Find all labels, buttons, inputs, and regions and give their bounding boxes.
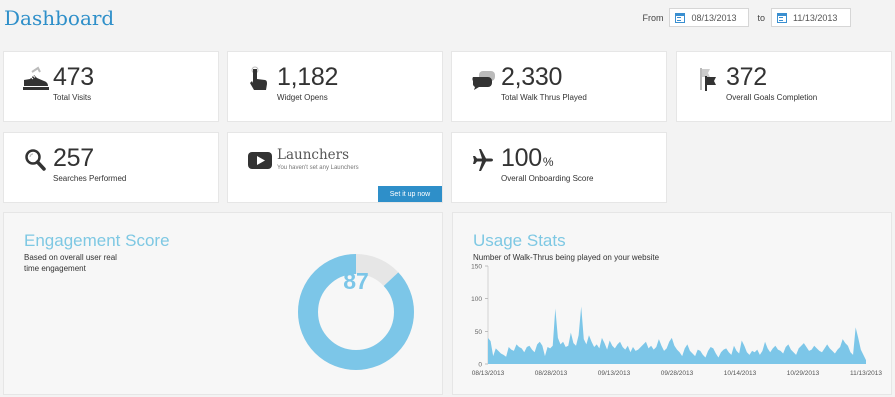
to-date-input[interactable]: 11/13/2013 [771, 8, 851, 27]
shoe-icon [23, 66, 49, 90]
to-label: to [757, 12, 765, 23]
x-tick-label: 09/28/2013 [661, 370, 694, 377]
searches-value: 257 [53, 144, 94, 172]
onboarding-value: 100% [501, 144, 553, 173]
metric-card-goals: 372 Overall Goals Completion [676, 51, 892, 122]
walk-thrus-value: 2,330 [501, 63, 563, 91]
onboarding-number: 100 [501, 144, 542, 172]
y-tick-label: 50 [475, 329, 483, 336]
y-tick-label: 150 [471, 264, 482, 271]
metric-card-widget-opens: 1,182 Widget Opens [227, 51, 443, 122]
engagement-subtitle-line1: Based on overall user real [24, 253, 117, 262]
x-tick-label: 08/28/2013 [535, 370, 568, 377]
calendar-icon[interactable] [675, 12, 686, 23]
airplane-icon [473, 149, 493, 171]
launchers-note: You haven't set any Launchers [277, 165, 359, 171]
usage-area-series [488, 306, 866, 364]
x-tick-label: 08/13/2013 [472, 370, 505, 377]
onboarding-label: Overall Onboarding Score [501, 174, 594, 183]
metric-card-total-visits: 473 Total Visits [3, 51, 219, 122]
engagement-subtitle-line2: time engagement [24, 264, 86, 273]
from-label: From [642, 12, 664, 23]
total-visits-value: 473 [53, 63, 94, 91]
set-it-up-button[interactable]: Set it up now [378, 186, 442, 202]
metric-card-launchers: Launchers You haven't set any Launchers … [227, 132, 443, 203]
engagement-score-value: 87 [343, 268, 369, 294]
metric-card-onboarding: 100% Overall Onboarding Score [451, 132, 667, 203]
flags-icon [700, 68, 716, 91]
engagement-subtitle: Based on overall user real time engageme… [24, 252, 117, 274]
date-range-filter: From 08/13/2013 to 11/13/2013 [642, 8, 851, 27]
searches-label: Searches Performed [53, 174, 127, 183]
from-date-input[interactable]: 08/13/2013 [669, 8, 750, 27]
x-tick-label: 10/29/2013 [787, 370, 820, 377]
metric-card-searches: 257 Searches Performed [3, 132, 219, 203]
walk-thrus-label: Total Walk Thrus Played [501, 93, 587, 102]
widget-opens-value: 1,182 [277, 63, 339, 91]
to-date-value: 11/13/2013 [793, 12, 838, 23]
play-button-icon [248, 152, 272, 169]
engagement-title: Engagement Score [24, 231, 170, 250]
launchers-title: Launchers [277, 147, 350, 163]
chat-bubbles-icon [472, 71, 495, 90]
page-title: Dashboard [4, 6, 115, 30]
usage-title: Usage Stats [473, 231, 566, 250]
from-date-value: 08/13/2013 [691, 12, 737, 23]
total-visits-label: Total Visits [53, 93, 92, 102]
y-tick-label: 100 [471, 296, 482, 303]
x-tick-label: 09/13/2013 [598, 370, 631, 377]
widget-opens-label: Widget Opens [277, 93, 328, 102]
usage-stats-chart: 0 50 100 150 08/13/2013 08/28/2013 09/13/2013 0… [471, 264, 882, 378]
x-tick-label: 11/13/2013 [850, 370, 882, 377]
y-tick-label: 0 [478, 362, 482, 369]
pointer-hand-icon [250, 66, 267, 90]
percent-suffix: % [542, 155, 554, 169]
x-tick-label: 10/14/2013 [724, 370, 757, 377]
goals-value: 372 [726, 63, 767, 91]
calendar-icon[interactable] [777, 12, 787, 23]
metric-card-walk-thrus: 2,330 Total Walk Thrus Played [451, 51, 667, 122]
goals-label: Overall Goals Completion [726, 93, 818, 102]
magnifier-icon [25, 149, 46, 171]
